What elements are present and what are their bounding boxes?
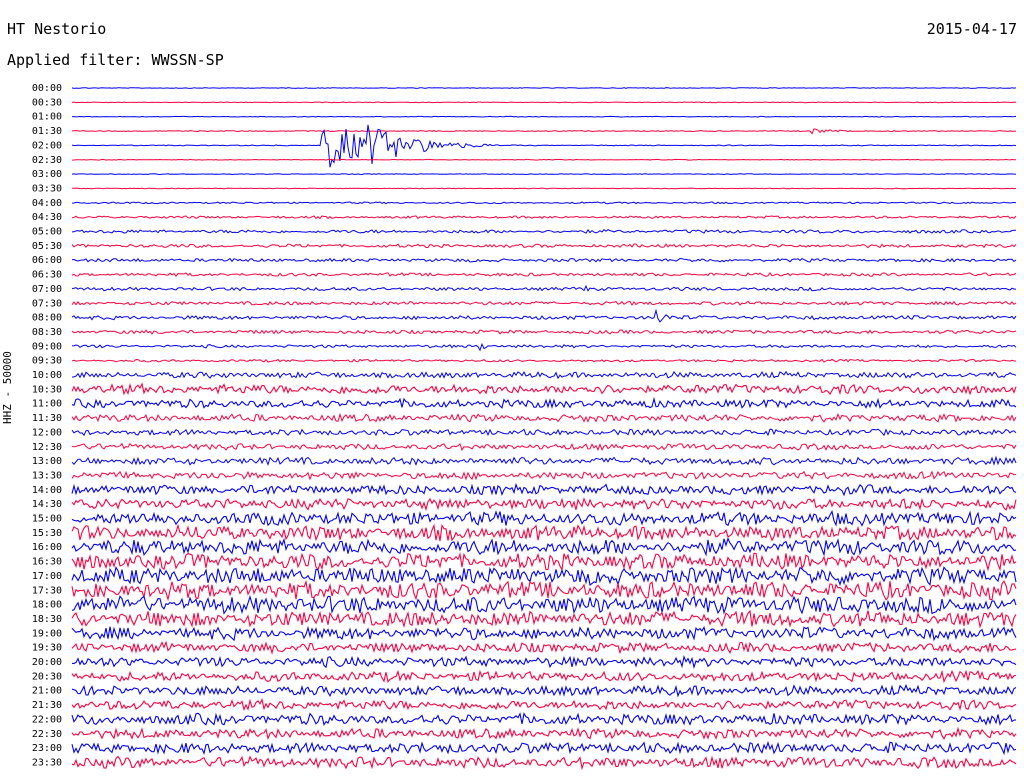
trace-1800 xyxy=(71,594,1017,615)
trace-2230 xyxy=(71,726,1017,741)
trace-1000 xyxy=(71,370,1017,380)
row-label-0630: 06:30 xyxy=(32,270,62,281)
trace-2030 xyxy=(71,669,1017,684)
row-label-0130: 01:30 xyxy=(32,126,62,137)
row-label-0000: 00:00 xyxy=(32,83,62,94)
trace-1030 xyxy=(71,382,1017,396)
trace-1230 xyxy=(71,442,1017,452)
seismic-traces xyxy=(71,87,1017,771)
row-label-1230: 12:30 xyxy=(32,442,62,453)
trace-0730 xyxy=(71,300,1017,306)
trace-0830 xyxy=(71,329,1017,335)
row-label-0330: 03:30 xyxy=(32,183,62,194)
trace-0330 xyxy=(72,187,1017,190)
trace-1830 xyxy=(71,609,1017,629)
row-label-2300: 23:00 xyxy=(32,743,62,754)
trace-1430 xyxy=(71,497,1017,512)
row-label-0430: 04:30 xyxy=(32,212,62,223)
trace-2000 xyxy=(72,654,1017,670)
trace-1530 xyxy=(71,523,1017,542)
trace-0400 xyxy=(71,201,1017,205)
row-label-0200: 02:00 xyxy=(32,140,62,151)
trace-1700 xyxy=(71,565,1017,587)
row-label-1330: 13:30 xyxy=(32,470,62,481)
trace-1400 xyxy=(71,482,1017,497)
row-label-2030: 20:30 xyxy=(32,671,62,682)
trace-0300 xyxy=(71,173,1016,176)
trace-1130 xyxy=(71,412,1017,423)
trace-0930 xyxy=(71,358,1017,363)
row-label-0900: 09:00 xyxy=(32,341,62,352)
row-label-1900: 19:00 xyxy=(32,628,62,639)
row-label-1600: 16:00 xyxy=(32,542,62,553)
trace-0530 xyxy=(71,243,1017,249)
helicorder-plot: 00:00 00:30 01:00 01:30 02:00 02:30 03:00 03:30… xyxy=(32,83,1017,771)
row-label-1700: 17:00 xyxy=(32,571,62,582)
trace-1500 xyxy=(71,509,1017,527)
row-label-1030: 10:30 xyxy=(32,384,62,395)
trace-1100 xyxy=(71,396,1017,409)
row-label-0030: 00:30 xyxy=(32,97,62,108)
trace-0500 xyxy=(71,229,1017,234)
trace-2130 xyxy=(71,697,1017,712)
row-label-2130: 21:30 xyxy=(32,700,62,711)
trace-0100 xyxy=(72,115,1017,118)
trace-1600 xyxy=(71,537,1017,557)
row-labels: 00:00 00:30 01:00 01:30 02:00 02:30 03:00 03:30… xyxy=(32,83,62,768)
row-label-1100: 11:00 xyxy=(32,399,62,410)
row-label-0400: 04:00 xyxy=(32,198,62,209)
row-label-1530: 15:30 xyxy=(32,528,62,539)
trace-1900 xyxy=(71,625,1017,642)
row-label-0800: 08:00 xyxy=(32,313,62,324)
trace-0030 xyxy=(71,101,1017,104)
trace-0630 xyxy=(71,272,1017,278)
row-label-1000: 10:00 xyxy=(32,370,62,381)
trace-0900 xyxy=(71,342,1017,352)
trace-0000 xyxy=(71,87,1017,89)
row-label-0530: 05:30 xyxy=(32,241,62,252)
row-label-0930: 09:30 xyxy=(32,356,62,367)
row-label-0700: 07:00 xyxy=(32,284,62,295)
trace-0700 xyxy=(71,284,1017,292)
trace-1930 xyxy=(71,640,1017,655)
row-label-1730: 17:30 xyxy=(32,585,62,596)
row-label-1400: 14:00 xyxy=(32,485,62,496)
row-label-0730: 07:30 xyxy=(32,298,62,309)
row-label-1930: 19:30 xyxy=(32,643,62,654)
row-label-1630: 16:30 xyxy=(32,557,62,568)
row-label-1500: 15:00 xyxy=(32,514,62,525)
trace-1730 xyxy=(71,579,1017,602)
row-label-0830: 08:30 xyxy=(32,327,62,338)
row-label-1300: 13:00 xyxy=(32,456,62,467)
trace-0430 xyxy=(71,215,1017,220)
trace-0600 xyxy=(71,257,1017,263)
trace-0800 xyxy=(71,308,1017,323)
row-label-2000: 20:00 xyxy=(32,657,62,668)
trace-2330 xyxy=(71,755,1017,771)
row-label-1200: 12:00 xyxy=(32,427,62,438)
row-label-0500: 05:00 xyxy=(32,227,62,238)
row-label-2330: 23:30 xyxy=(32,757,62,768)
row-label-0300: 03:00 xyxy=(32,169,62,180)
row-label-0600: 06:00 xyxy=(32,255,62,266)
row-label-0100: 01:00 xyxy=(32,112,62,123)
trace-1200 xyxy=(71,428,1017,437)
row-label-1800: 18:00 xyxy=(32,600,62,611)
row-label-0230: 02:30 xyxy=(32,155,62,166)
row-label-2200: 22:00 xyxy=(32,714,62,725)
trace-2300 xyxy=(71,740,1017,756)
row-label-2230: 22:30 xyxy=(32,729,62,740)
trace-0230 xyxy=(71,158,1016,161)
trace-2100 xyxy=(71,683,1017,698)
row-label-2100: 21:00 xyxy=(32,686,62,697)
trace-1330 xyxy=(71,470,1017,481)
trace-2200 xyxy=(71,712,1017,726)
row-label-1830: 18:30 xyxy=(32,614,62,625)
row-label-1130: 11:30 xyxy=(32,413,62,424)
trace-1300 xyxy=(71,455,1017,467)
trace-1630 xyxy=(71,552,1017,572)
row-label-1430: 14:30 xyxy=(32,499,62,510)
trace-0130 xyxy=(71,128,1017,135)
